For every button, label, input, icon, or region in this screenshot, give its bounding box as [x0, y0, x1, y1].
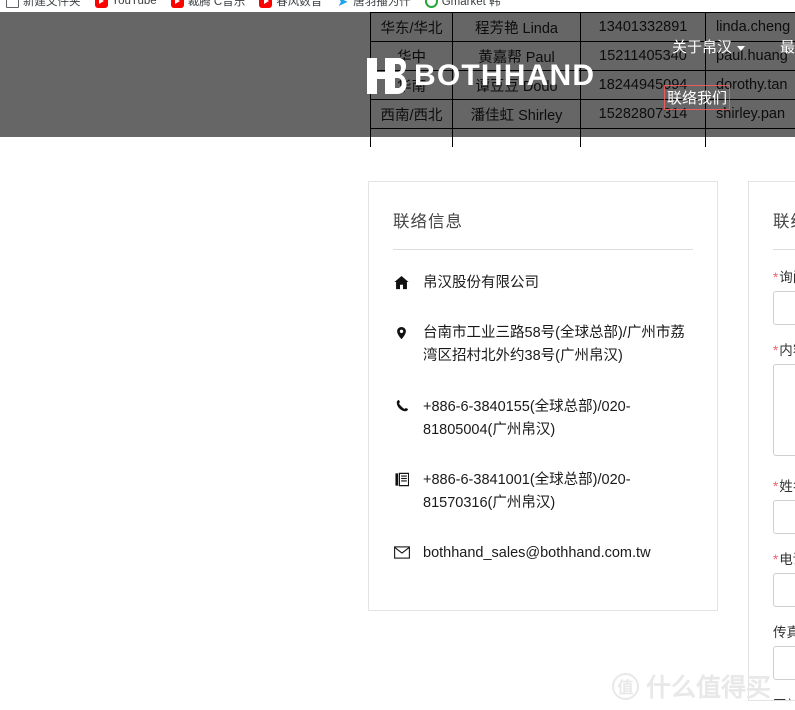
field-label: *询问项目 — [773, 266, 795, 286]
form-field-inquiry: *询问项目 — [773, 266, 795, 325]
page-root: 新建文件夹 YouTube 裁腾 C音乐 春风数音 ➤ 唐羽播为什 Gmarke… — [0, 0, 795, 710]
browser-bookmark-bar: 新建文件夹 YouTube 裁腾 C音乐 春风数音 ➤ 唐羽播为什 Gmarke… — [0, 0, 795, 12]
label-text: 电话 — [779, 552, 795, 567]
twitter-icon: ➤ — [337, 0, 349, 9]
info-row-company: 帛汉股份有限公司 — [393, 272, 693, 295]
site-logo[interactable]: BOTHHAND — [365, 54, 595, 98]
bookmark-item[interactable]: 春风数音 — [259, 0, 322, 9]
form-field-name: *姓名 — [773, 475, 795, 534]
mail-icon — [393, 542, 410, 563]
gmarket-icon — [424, 0, 438, 8]
info-row-phone: +886-6-3840155(全球总部)/020-81805004(广州帛汉) — [393, 396, 693, 442]
field-label: *内容 — [773, 339, 795, 359]
form-field-fax: 传真 — [773, 621, 795, 680]
label-text: 询问项目 — [779, 270, 795, 285]
required-marker: * — [773, 552, 779, 567]
youtube-icon — [94, 0, 108, 8]
company-name: 帛汉股份有限公司 — [423, 275, 539, 291]
label-text: 传真 — [773, 625, 795, 640]
chevron-down-icon — [737, 45, 746, 51]
bookmark-item[interactable]: 新建文件夹 — [6, 0, 81, 9]
label-text: 网站 — [773, 698, 795, 700]
form-field-website: 网站 — [773, 694, 795, 700]
email-text: bothhand_sales@bothhand.com.tw — [423, 545, 651, 562]
bookmark-item[interactable]: 裁腾 C音乐 — [170, 0, 246, 9]
field-label: *电话 — [773, 548, 795, 568]
info-row-address: 台南市工业三路58号(全球总部)/广州市荔湾区招村北外约38号(广州帛汉) — [393, 322, 693, 368]
youtube-icon — [259, 0, 273, 8]
bookmark-item[interactable]: YouTube — [94, 0, 157, 8]
phone-text: +886-6-3840155(全球总部)/020-81805004(广州帛汉) — [423, 398, 631, 438]
required-marker: * — [773, 479, 779, 494]
location-icon — [393, 322, 410, 343]
fax-input[interactable] — [773, 646, 795, 680]
nav-contact-label: 联络我们 — [667, 90, 728, 107]
address-text: 台南市工业三路58号(全球总部)/广州市荔湾区招村北外约38号(广州帛汉) — [423, 325, 685, 365]
label-text: 内容 — [779, 343, 795, 358]
bookmark-item[interactable]: ➤ 唐羽播为什 — [336, 0, 411, 9]
contact-form-title: 联络我们 — [773, 213, 795, 231]
content-textarea[interactable] — [773, 364, 795, 456]
main-content: 联络信息 帛汉股份有限公司 台南市工业三路58号(全球总部)/广州市荔湾区招村北… — [0, 137, 795, 710]
logo-wordmark: BOTHHAND — [414, 59, 596, 92]
form-field-content: *内容 — [773, 339, 795, 461]
field-label: 传真 — [773, 621, 795, 641]
youtube-icon — [170, 0, 184, 8]
nav-about-label: 关于帛汉 — [672, 39, 733, 56]
telephone-input[interactable] — [773, 573, 795, 607]
folder-icon — [6, 0, 19, 8]
contact-info-title: 联络信息 — [393, 213, 463, 231]
bookmark-label: 唐羽播为什 — [353, 0, 411, 8]
contact-form-card: 联络我们 *询问项目 *内容 *姓名 — [748, 181, 795, 701]
fax-text: +886-6-3841001(全球总部)/020-81570316(广州帛汉) — [423, 471, 631, 512]
label-text: 姓名 — [779, 479, 795, 494]
bookmark-item[interactable]: Gmarket 韩 — [424, 0, 501, 9]
home-icon — [393, 272, 410, 293]
form-field-telephone: *电话 — [773, 548, 795, 607]
nav-item-newest[interactable]: 最 — [780, 36, 795, 57]
fax-icon — [393, 469, 410, 490]
bookmark-label: 春风数音 — [276, 0, 323, 8]
contact-info-card: 联络信息 帛汉股份有限公司 台南市工业三路58号(全球总部)/广州市荔湾区招村北… — [368, 181, 718, 611]
bookmark-label: 新建文件夹 — [23, 0, 81, 8]
name-input[interactable] — [773, 500, 795, 534]
nav-item-about[interactable]: 关于帛汉 — [672, 36, 746, 57]
nav-item-contact[interactable]: 联络我们 — [663, 85, 731, 110]
divider — [773, 249, 795, 250]
nav-newest-label: 最 — [780, 39, 795, 56]
field-label: *姓名 — [773, 475, 795, 495]
required-marker: * — [773, 343, 779, 358]
divider — [393, 249, 693, 250]
bookmark-label: YouTube — [111, 0, 157, 7]
required-marker: * — [773, 270, 779, 285]
phone-icon — [393, 396, 410, 417]
bookmark-label: 裁腾 C音乐 — [187, 0, 246, 8]
bothhand-monogram-icon — [365, 55, 407, 97]
inquiry-input[interactable] — [773, 291, 795, 325]
info-row-fax: +886-6-3841001(全球总部)/020-81570316(广州帛汉) — [393, 469, 693, 515]
field-label: 网站 — [773, 694, 795, 700]
info-row-email: bothhand_sales@bothhand.com.tw — [393, 542, 693, 565]
bookmark-label: Gmarket 韩 — [441, 0, 501, 8]
